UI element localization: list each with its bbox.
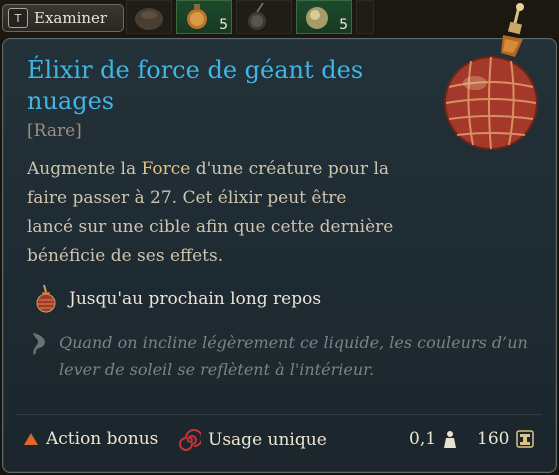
elixir-illustration bbox=[444, 3, 538, 150]
divider bbox=[17, 414, 542, 415]
flavor-text: Quand on incline légèrement ce liquide, … bbox=[59, 333, 528, 379]
duration-text: Jusqu'au prochain long repos bbox=[69, 289, 322, 309]
gold-coin-icon bbox=[516, 430, 535, 448]
inventory-slot[interactable] bbox=[356, 0, 374, 34]
item-tooltip: Élixir de force de géant des nuages [Rar… bbox=[2, 3, 557, 473]
weight-value: 0,1 bbox=[409, 429, 437, 449]
effect-duration: Jusqu'au prochain long repos bbox=[33, 284, 321, 314]
spiral-icon bbox=[179, 429, 201, 451]
action-type-label: Action bonus bbox=[46, 429, 159, 449]
leaf-icon bbox=[33, 333, 45, 355]
usage-label: Usage unique bbox=[208, 430, 327, 450]
potion-icon bbox=[187, 4, 207, 29]
pouch-icon bbox=[135, 8, 163, 30]
potion-icon bbox=[306, 7, 328, 29]
price-value: 160 bbox=[477, 429, 510, 449]
item-rarity: [Rare] bbox=[27, 121, 82, 141]
item-price: 160 bbox=[477, 429, 535, 449]
item-description: Augmente la Force d'une créature pour la… bbox=[27, 155, 395, 271]
item-name: Élixir de force de géant des nuages bbox=[27, 56, 364, 115]
examine-label: Examiner bbox=[34, 9, 108, 27]
item-weight: 0,1 bbox=[409, 429, 457, 449]
flavor-block: Quand on incline légèrement ce liquide, … bbox=[29, 329, 529, 383]
potion-item-icon bbox=[36, 284, 56, 313]
weight-icon bbox=[444, 431, 457, 448]
inventory-slot-flask[interactable] bbox=[236, 0, 292, 34]
flask-icon bbox=[248, 2, 266, 30]
inventory-slot[interactable] bbox=[126, 0, 172, 34]
slot-count: 5 bbox=[219, 17, 228, 33]
item-footer: Action bonus Usage unique 0,1 160 bbox=[3, 423, 556, 463]
triangle-icon bbox=[24, 433, 38, 445]
slot-count: 5 bbox=[339, 17, 348, 33]
description-text: Augmente la bbox=[27, 159, 142, 179]
action-type: Action bonus bbox=[23, 429, 158, 449]
inventory-slot-potion-2[interactable]: 5 bbox=[296, 0, 352, 34]
inventory-slot-potion-1[interactable]: 5 bbox=[176, 0, 232, 34]
examine-button[interactable]: T Examiner bbox=[2, 4, 124, 32]
usage-type: Usage unique bbox=[179, 429, 327, 451]
description-highlight: Force bbox=[141, 159, 191, 179]
key-t-icon: T bbox=[8, 8, 28, 28]
